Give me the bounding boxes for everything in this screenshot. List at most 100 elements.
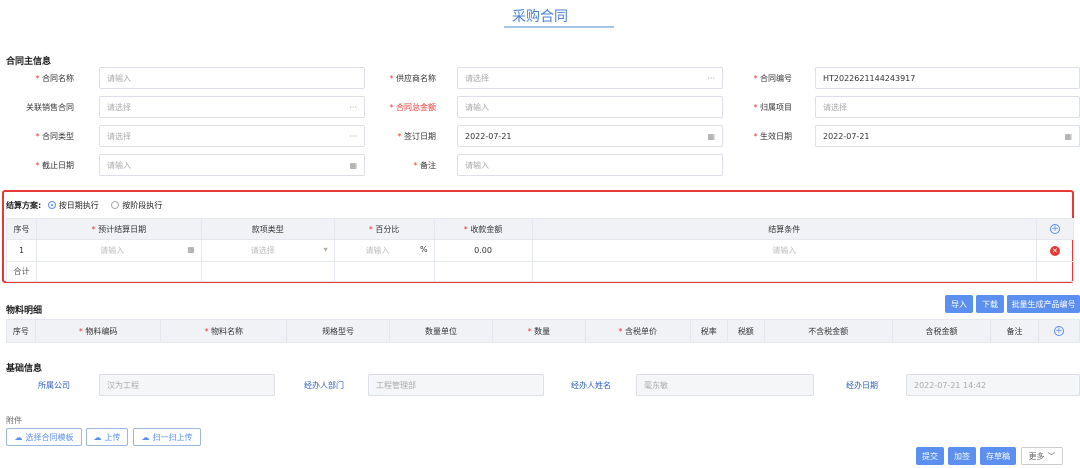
contract-name-input[interactable]: 请输入 (99, 67, 365, 89)
add-row-icon[interactable]: + (1053, 326, 1064, 337)
table-header-row: 序号 * 预计结算日期 款项类型 * 百分比 * 收款金额 结算条件 + (6, 218, 1075, 240)
col-tax: 税额 (726, 319, 765, 343)
contract-no-input[interactable]: HT2022621144243917 (815, 67, 1080, 89)
radio-unchecked-icon[interactable] (111, 201, 120, 209)
company-label: 所属公司 (38, 381, 70, 390)
dept-label: 经办人部门 (304, 381, 344, 390)
materials-table: 序号 * 物料编码 * 物料名称 规格型号 数量单位 * 数量 * 含税单价 税… (6, 319, 1080, 343)
col-spec: 规格型号 (286, 319, 391, 343)
col-code: * 物料编码 (34, 319, 162, 343)
row-pct-input[interactable]: 请输入% (333, 239, 435, 262)
col-pct: * 百分比 (333, 218, 435, 240)
total-label: 合计 (6, 261, 37, 282)
more-dots-icon[interactable]: ··· (707, 74, 715, 83)
row-cond-input[interactable]: 请输入 (531, 239, 1037, 262)
delete-row-cell: ✕ (1035, 239, 1075, 262)
table-header-row: 序号 * 物料编码 * 物料名称 规格型号 数量单位 * 数量 * 含税单价 税… (6, 319, 1080, 343)
more-button[interactable]: 更多 ﹀ (1021, 447, 1063, 465)
add-row-cell: + (1037, 319, 1080, 343)
basic-title: 基础信息 (6, 364, 43, 374)
col-gross: 含税金额 (891, 319, 992, 343)
row-type-select[interactable]: 请选择 ▾ (200, 239, 335, 262)
calendar-icon[interactable]: ▦ (1064, 132, 1072, 141)
col-no: 序号 (6, 319, 36, 343)
col-qty: * 数量 (492, 319, 586, 343)
total-amount-label: 合同总金额 (366, 102, 436, 113)
main-section-title: 合同主信息 (6, 57, 52, 67)
related-sales-label: 关联销售合同 (26, 103, 74, 112)
calendar-icon[interactable]: ▦ (349, 161, 357, 170)
col-name: * 物料名称 (160, 319, 288, 343)
sign-date-input[interactable]: 2022-07-21 ▦ (457, 125, 723, 147)
save-draft-button[interactable]: 存草稿 (980, 447, 1016, 465)
calendar-icon[interactable]: ▦ (187, 245, 195, 254)
add-row-cell: + (1035, 218, 1075, 240)
supplier-select[interactable]: 请选择 ··· (457, 67, 723, 89)
person-label: 经办人姓名 (571, 381, 611, 390)
settlement-label: 结算方案: (6, 201, 42, 210)
title-underline (504, 26, 614, 28)
attachments-title: 附件 (6, 416, 22, 425)
chevron-down-icon[interactable]: ▾ (324, 245, 328, 254)
upload-button[interactable]: ☁ 上传 (86, 428, 128, 446)
effective-date-label: 生效日期 (722, 131, 792, 142)
contract-no-label: 合同编号 (722, 73, 792, 84)
radio-checked-icon[interactable] (47, 201, 56, 209)
choose-template-button[interactable]: ☁ 选择合同模板 (6, 428, 82, 446)
remark-label: 备注 (366, 160, 436, 171)
more-dots-icon[interactable]: ··· (349, 103, 357, 112)
download-button[interactable]: 下载 (976, 295, 1004, 313)
cloud-upload-icon: ☁ (14, 432, 23, 442)
person-input: 毫东敏 (636, 374, 814, 396)
total-row: 合计 (6, 261, 1075, 282)
date-label: 经办日期 (846, 381, 878, 390)
row-amount: 0.00 (433, 239, 533, 262)
col-cond: 结算条件 (531, 218, 1037, 240)
import-button[interactable]: 导入 (945, 295, 973, 313)
settlement-plan: 结算方案: 按日期执行 按阶段执行 (6, 200, 162, 211)
countersign-button[interactable]: 加签 (948, 447, 976, 465)
total-amount-input[interactable]: 请输入 (457, 96, 723, 118)
col-net: 不含税金额 (763, 319, 893, 343)
submit-button[interactable]: 提交 (916, 447, 944, 465)
dept-input: 工程管理部 (368, 374, 544, 396)
col-date: * 预计结算日期 (35, 218, 202, 240)
remark-input[interactable]: 请输入 (457, 154, 723, 176)
percent-unit: % (419, 245, 428, 254)
cloud-upload-icon: ☁ (93, 432, 102, 442)
scan-upload-button[interactable]: ☁ 扫一扫上传 (133, 428, 201, 446)
end-date-label: 截止日期 (4, 160, 74, 171)
effective-date-input[interactable]: 2022-07-21 ▦ (815, 125, 1080, 147)
row-date-input[interactable]: 请输入 ▦ (35, 239, 202, 262)
related-sales-select[interactable]: 请选择 ··· (99, 96, 365, 118)
end-date-input[interactable]: 请输入 ▦ (99, 154, 365, 176)
chevron-down-icon: ﹀ (1047, 451, 1056, 461)
col-price: * 含税单价 (584, 319, 691, 343)
col-type: 款项类型 (200, 218, 335, 240)
materials-title: 物料明细 (6, 306, 43, 316)
date-input: 2022-07-21 14:42 (906, 374, 1080, 396)
more-dots-icon[interactable]: ··· (349, 132, 357, 141)
delete-row-icon[interactable]: ✕ (1049, 245, 1060, 256)
page-title: 采购合同 (512, 9, 568, 25)
col-amount: * 收款金额 (433, 218, 533, 240)
company-input: 汉为工程 (99, 374, 275, 396)
supplier-label: 供应商名称 (366, 73, 436, 84)
add-row-icon[interactable]: + (1049, 224, 1060, 235)
radio-by-date[interactable]: 按日期执行 (47, 201, 99, 210)
col-no: 序号 (6, 218, 37, 240)
col-unit: 数量单位 (389, 319, 494, 343)
table-row: 1 请输入 ▦ 请选择 ▾ 请输入% 0.00 请输入 ✕ (6, 239, 1075, 262)
project-label: 归属项目 (722, 102, 792, 113)
contract-type-select[interactable]: 请选择 ··· (99, 125, 365, 147)
row-no: 1 (6, 239, 37, 262)
calendar-icon[interactable]: ▦ (707, 132, 715, 141)
contract-name-label: 合同名称 (4, 73, 74, 84)
project-select[interactable]: 请选择 (815, 96, 1080, 118)
sign-date-label: 签订日期 (366, 131, 436, 142)
col-taxrate: 税率 (689, 319, 728, 343)
batch-generate-button[interactable]: 批量生成产品编号 (1007, 295, 1080, 313)
radio-by-stage[interactable]: 按阶段执行 (111, 201, 162, 210)
cloud-upload-icon: ☁ (141, 432, 150, 442)
contract-type-label: 合同类型 (4, 131, 74, 142)
